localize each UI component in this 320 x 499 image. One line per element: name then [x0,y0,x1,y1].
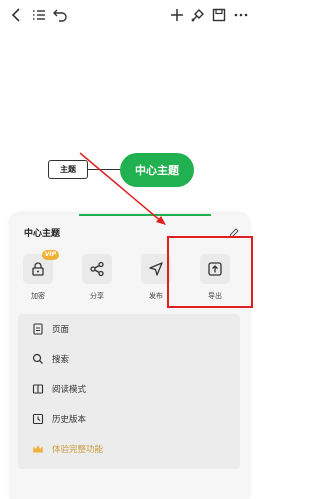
more-icon[interactable] [232,6,250,24]
edit-pencil-icon[interactable] [228,224,240,238]
export-highlight-box [167,236,253,308]
history-icon [32,413,44,425]
menu-item-page[interactable]: 页面 [18,314,240,344]
sheet-top-accent [79,214,211,216]
central-topic-node[interactable]: 中心主题 [120,153,194,187]
plus-icon[interactable] [168,6,186,24]
menu-item-label: 历史版本 [52,415,87,425]
brush-icon[interactable] [189,6,207,24]
outline-list-icon[interactable] [30,6,48,24]
save-icon[interactable] [210,6,228,24]
send-icon [149,262,163,276]
sheet-title: 中心主题 [24,229,61,239]
lock-icon [32,262,44,276]
share-button[interactable] [82,254,112,284]
search-icon [32,353,43,364]
vip-badge: VIP [41,250,59,260]
menu-item-label: 页面 [52,325,70,335]
menu-item-reading-mode[interactable]: 阅读模式 [18,374,240,404]
node-action-sheet: 中心主题 VIP 加密 分享 发布 导出 页面 搜索 阅读模式 历史版本 体验完… [10,214,253,499]
encrypt-action[interactable]: VIP 加密 [15,250,61,301]
menu-item-label: 阅读模式 [52,385,87,395]
more-options-menu: 页面 搜索 阅读模式 历史版本 体验完整功能 [18,314,240,469]
book-icon [32,384,44,394]
sub-topic-node[interactable]: 主题 [48,160,88,179]
menu-item-label: 体验完整功能 [52,445,104,455]
menu-item-history[interactable]: 历史版本 [18,404,240,434]
menu-item-full-features[interactable]: 体验完整功能 [18,434,240,464]
encrypt-button[interactable]: VIP [23,250,59,284]
page-icon [33,323,43,335]
encrypt-label: 加密 [31,292,45,300]
top-toolbar [0,0,259,30]
share-icon [90,261,104,277]
share-action[interactable]: 分享 [74,254,120,301]
mindmap-canvas[interactable]: 主题 中心主题 [0,30,259,215]
share-label: 分享 [90,292,104,300]
undo-icon[interactable] [51,6,69,24]
menu-item-search[interactable]: 搜索 [18,344,240,374]
node-connector [88,169,121,170]
menu-item-label: 搜索 [52,355,70,365]
chevron-left-icon[interactable] [8,6,26,24]
crown-icon [33,445,43,453]
